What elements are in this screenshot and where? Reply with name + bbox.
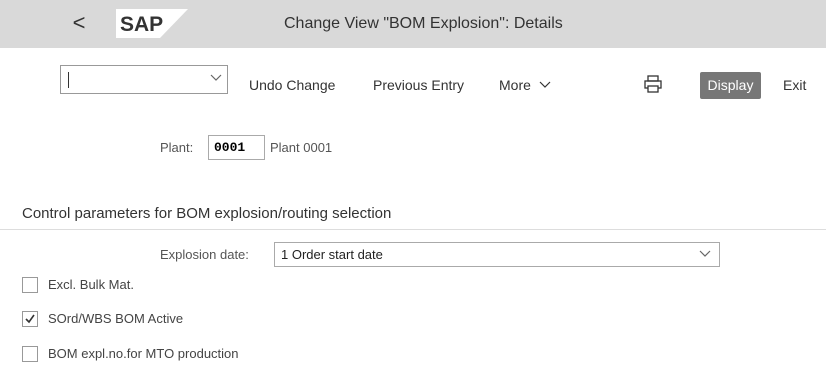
text-caret	[68, 72, 69, 88]
explosion-date-value: 1 Order start date	[281, 247, 383, 262]
excl-bulk-mat-label: Excl. Bulk Mat.	[48, 277, 134, 292]
bom-expl-mto-label: BOM expl.no.for MTO production	[48, 346, 239, 361]
section-header: Control parameters for BOM explosion/rou…	[0, 203, 826, 230]
display-button[interactable]: Display	[700, 72, 761, 99]
bom-expl-mto-checkbox[interactable]	[22, 346, 38, 362]
page-title: Change View "BOM Explosion": Details	[284, 15, 563, 32]
command-field-frame	[60, 65, 228, 94]
checkmark-icon	[25, 314, 35, 324]
plant-code-field[interactable]: 0001	[208, 135, 265, 160]
previous-entry-button[interactable]: Previous Entry	[373, 77, 464, 93]
print-icon[interactable]	[643, 74, 663, 94]
section-title: Control parameters for BOM explosion/rou…	[22, 205, 392, 222]
chevron-down-icon	[699, 250, 711, 257]
plant-label: Plant:	[160, 140, 194, 155]
command-field[interactable]	[60, 65, 228, 94]
explosion-date-select[interactable]: 1 Order start date	[274, 242, 720, 267]
logo-text: SAP	[120, 13, 163, 36]
exit-button[interactable]: Exit	[783, 77, 806, 93]
plant-name: Plant 0001	[270, 140, 333, 155]
sord-wbs-bom-active-label: SOrd/WBS BOM Active	[48, 311, 184, 326]
excl-bulk-mat-checkbox[interactable]	[22, 277, 38, 293]
more-button[interactable]: More	[499, 77, 551, 93]
explosion-date-label: Explosion date:	[160, 247, 249, 262]
sap-logo: SAP	[116, 9, 188, 38]
toolbar: Undo Change Previous Entry More Display …	[0, 48, 826, 126]
undo-change-button[interactable]: Undo Change	[249, 77, 335, 93]
back-button[interactable]: <	[64, 8, 94, 38]
chevron-down-icon[interactable]	[210, 68, 222, 91]
sord-wbs-bom-active-checkbox[interactable]	[22, 311, 38, 327]
chevron-down-icon	[539, 81, 551, 88]
more-label: More	[499, 77, 531, 93]
shell-header: < SAP Change View "BOM Explosion": Detai…	[0, 0, 826, 48]
